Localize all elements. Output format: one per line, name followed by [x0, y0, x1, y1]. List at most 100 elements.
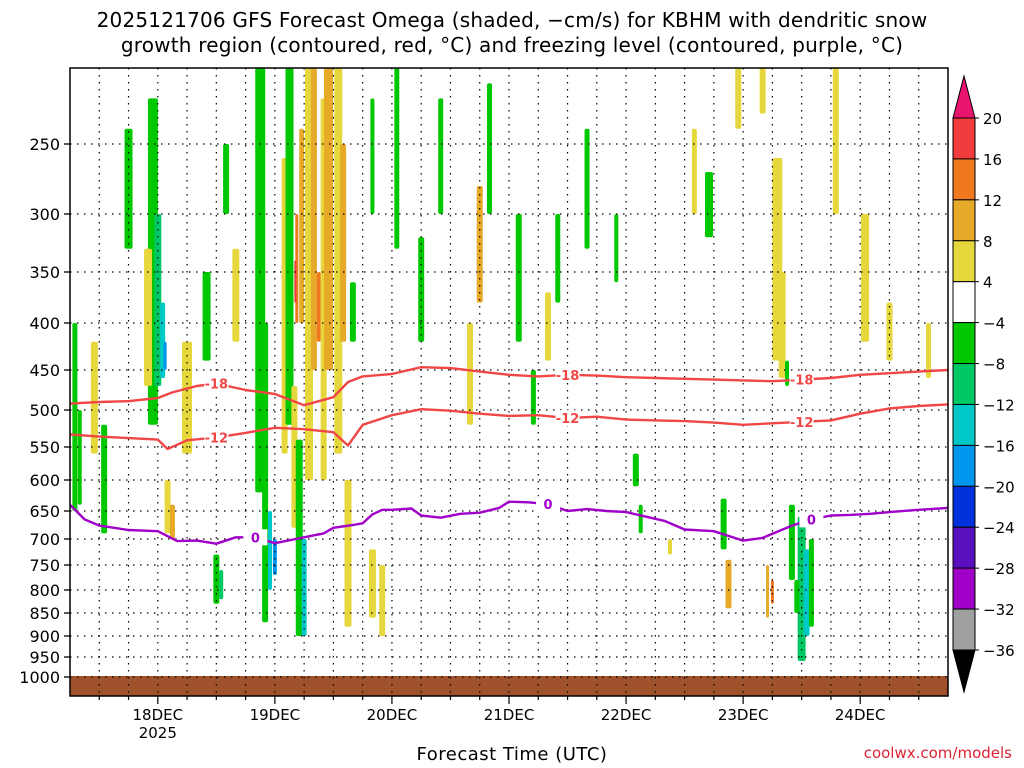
- ytick-label-500: 500: [29, 401, 60, 420]
- omega-cell-50: [545, 292, 552, 361]
- omega-cell-51: [555, 214, 561, 303]
- colorbar-box-3: [952, 240, 976, 283]
- ytick-label-400: 400: [29, 314, 60, 333]
- colorbar-box-12: [952, 608, 976, 651]
- ytick-label-550: 550: [29, 438, 60, 457]
- xtick-label-1: 19DEC: [250, 706, 301, 724]
- omega-cell-9: [144, 248, 153, 386]
- omega-cell-42: [394, 68, 400, 249]
- colorbar-label-4: 4: [983, 274, 993, 292]
- contour-label-0-2: 0: [807, 513, 816, 528]
- omega-cell-38: [349, 282, 356, 342]
- omega-cell-69: [832, 68, 839, 214]
- colorbar-box-9: [952, 485, 976, 528]
- contour-label-0-1: 0: [543, 498, 552, 513]
- contour-label--12-0: -12: [205, 431, 229, 446]
- omega-cell-52: [584, 128, 590, 249]
- colorbar-label-7: −12: [983, 396, 1015, 414]
- omega-cell-67: [794, 580, 800, 613]
- omega-cell-16: [223, 144, 230, 214]
- omega-cell-43: [418, 237, 425, 342]
- colorbar-box-2: [952, 199, 976, 242]
- contour-label--18-0: -18: [205, 378, 229, 393]
- colorbar-label-6: −8: [983, 356, 1005, 374]
- omega-cell-40: [379, 565, 386, 636]
- ytick-label-650: 650: [29, 502, 60, 521]
- colorbar-box-5: [952, 322, 976, 365]
- colorbar-top-arrow: [952, 74, 976, 119]
- colorbar-box-8: [952, 444, 976, 487]
- omega-cell-57: [704, 172, 713, 238]
- credit-link[interactable]: coolwx.com/models: [864, 744, 1012, 762]
- omega-cell-56: [691, 128, 697, 214]
- omega-cell-19: [262, 323, 269, 623]
- omega-cell-15: [219, 570, 224, 600]
- xtick-label-6: 24DEC: [835, 706, 886, 724]
- colorbar: 20 16 12 8 4 −4 −8 −12 −16 −20 −24 −28 −32 −36: [952, 74, 1015, 694]
- colorbar-label-1: 16: [983, 151, 1002, 169]
- omega-cell-8: [163, 341, 167, 370]
- xtick-label-2: 20DEC: [367, 706, 418, 724]
- colorbar-label-5: −4: [983, 315, 1005, 333]
- ytick-label-450: 450: [29, 361, 60, 380]
- colorbar-label-11: −28: [983, 560, 1015, 578]
- colorbar-bottom-arrow: [952, 649, 976, 694]
- contour-label--18-2: -18: [790, 374, 814, 389]
- colorbar-label-2: 12: [983, 192, 1002, 210]
- omega-cell-60: [759, 68, 766, 114]
- colorbar-label-12: −32: [983, 601, 1015, 619]
- ground-band: [70, 676, 948, 696]
- colorbar-box-11: [952, 567, 976, 610]
- colorbar-box-4: [952, 281, 976, 324]
- omega-cell-59: [725, 559, 732, 609]
- omega-cell-63: [785, 360, 790, 386]
- omega-cell-44: [438, 98, 444, 214]
- omega-cell-10: [164, 480, 171, 534]
- omega-cell-11: [169, 504, 175, 539]
- omega-cell-73: [735, 68, 742, 129]
- omega-cell-13: [202, 272, 211, 361]
- colorbar-label-3: 8: [983, 233, 993, 251]
- omega-cell-1: [77, 410, 82, 505]
- ytick-label-950: 950: [29, 648, 60, 667]
- omega-cell-41: [370, 98, 375, 214]
- plot-area: [70, 68, 948, 696]
- ytick-label-900: 900: [29, 627, 60, 646]
- ytick-label-800: 800: [29, 581, 60, 600]
- xtick-label-5: 23DEC: [718, 706, 769, 724]
- contour-label-0-0: 0: [251, 531, 260, 546]
- chart-svg: -18 -18 -18 -12 -12 -12 0 0 0 250 300 350 400 450 500…: [19, 67, 1015, 742]
- omega-cell-23: [285, 68, 294, 425]
- omega-cell-49: [530, 370, 536, 425]
- omega-cell-54: [632, 453, 639, 487]
- omega-cell-55: [638, 504, 643, 534]
- xtick-label-0: 18DEC: [133, 706, 184, 724]
- omega-cell-4: [124, 128, 133, 249]
- colorbar-label-0: 20: [983, 110, 1002, 128]
- y-axis: 250 300 350 400 450 500 550 600 650 700 750 800 850 9…: [19, 135, 70, 687]
- omega-cell-31: [310, 68, 317, 370]
- colorbar-label-10: −24: [983, 519, 1015, 537]
- colorbar-label-9: −20: [983, 478, 1015, 496]
- omega-cell-72: [925, 323, 931, 378]
- xtick-sublabel-0: 2025: [139, 724, 177, 742]
- omega-cell-47: [486, 83, 492, 214]
- omega-cell-27: [299, 128, 305, 323]
- ytick-label-600: 600: [29, 471, 60, 490]
- omega-cell-3: [101, 424, 108, 534]
- omega-cell-58: [720, 498, 727, 550]
- xtick-label-4: 22DEC: [601, 706, 652, 724]
- ytick-label-700: 700: [29, 530, 60, 549]
- omega-cell-62: [778, 272, 786, 378]
- ytick-label-250: 250: [29, 135, 60, 154]
- ytick-label-350: 350: [29, 263, 60, 282]
- omega-cell-39: [368, 549, 376, 618]
- omega-cell-34: [324, 68, 334, 370]
- ytick-label-1000: 1000: [19, 668, 60, 687]
- omega-cell-75: [766, 565, 770, 618]
- omega-cell-74: [667, 539, 672, 555]
- colorbar-box-6: [952, 363, 976, 405]
- contour-label--18-1: -18: [556, 369, 580, 384]
- colorbar-box-0: [952, 117, 976, 160]
- omega-cell-32: [316, 272, 321, 342]
